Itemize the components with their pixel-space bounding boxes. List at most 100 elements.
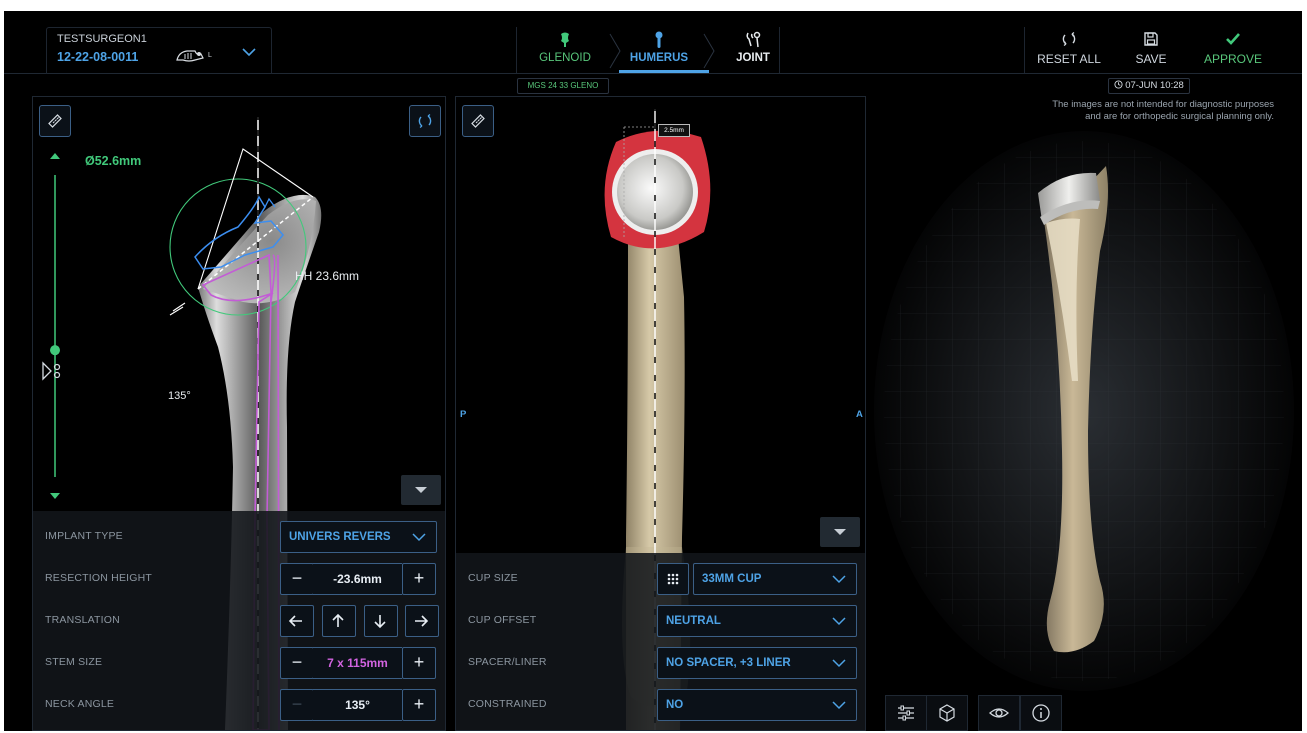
glenoid-summary-badge: MGS 24 33 GLENO (517, 78, 609, 94)
disclaimer-line-1: The images are not intended for diagnost… (1052, 99, 1274, 110)
arrow-right-icon (415, 615, 429, 627)
spacer-liner-label: SPACER/LINER (468, 656, 547, 668)
decrement-button[interactable]: − (280, 563, 314, 595)
tab-humerus[interactable]: HUMERUS (619, 27, 699, 73)
chevron-down-icon (832, 575, 846, 584)
shoulder-thumbnail-icon: L (176, 50, 212, 62)
glenoid-icon (561, 32, 569, 47)
stem-size-value: 7 x 115mm (313, 647, 402, 679)
reset-view-button[interactable] (409, 105, 441, 137)
patient-id: 12-22-08-0011 (57, 50, 139, 64)
translation-row: TRANSLATION (33, 599, 445, 641)
constrained-label: CONSTRAINED (468, 698, 547, 710)
spacer-liner-select[interactable]: NO SPACER, +3 LINER (657, 647, 857, 679)
side-indicator: L (208, 52, 212, 59)
reset-all-label: RESET ALL (1037, 52, 1101, 66)
neck-angle-value: 135° (313, 689, 402, 721)
cup-size-grid-button[interactable] (657, 563, 689, 595)
spacer-liner-row: SPACER/LINER NO SPACER, +3 LINER (456, 641, 865, 683)
cup-offset-select[interactable]: NEUTRAL (657, 605, 857, 637)
cup-size-label: CUP SIZE (468, 572, 518, 584)
sliders-icon (898, 705, 914, 721)
translate-down-button[interactable] (364, 605, 398, 637)
head-height-label: HH 23.6mm (295, 269, 360, 283)
slider-down-arrow[interactable] (50, 493, 60, 499)
save-button[interactable]: SAVE (1111, 27, 1191, 73)
spacer-liner-value: NO SPACER, +3 LINER (666, 657, 791, 669)
save-timestamp: 07-JUN 10:28 (1125, 80, 1184, 91)
ruler-icon (48, 114, 62, 128)
settings-button[interactable] (885, 695, 927, 731)
surgeon-name: TESTSURGEON1 (57, 33, 147, 45)
neck-angle-row: NECK ANGLE − 135° + (33, 683, 445, 725)
coronal-ct-view[interactable]: Ø52.6mm HH 23.6mm 135° IMPLANT TYPE UNIV… (32, 96, 446, 731)
implant-type-row: IMPLANT TYPE UNIVERS REVERS (33, 515, 445, 557)
tab-glenoid[interactable]: GLENOID (525, 27, 605, 73)
neck-angle-label: NECK ANGLE (45, 698, 115, 710)
model-view-button[interactable] (926, 695, 968, 731)
cup-offset-row: CUP OFFSET NEUTRAL (456, 599, 865, 641)
slider-knob[interactable] (50, 345, 60, 356)
stem-size-row: STEM SIZE − 7 x 115mm + (33, 641, 445, 683)
info-button[interactable] (1020, 695, 1062, 731)
active-tab-indicator (619, 70, 709, 73)
neck-angle-marker: 135° (168, 390, 191, 402)
tab-humerus-label: HUMERUS (629, 52, 689, 64)
tab-joint-label: JOINT (736, 52, 770, 64)
increment-button[interactable]: + (402, 563, 436, 595)
tab-joint[interactable]: JOINT (713, 27, 793, 73)
top-bar: TESTSURGEON1 12-22-08-0011 L GLENOID HUM… (4, 11, 1302, 74)
visibility-button[interactable] (978, 695, 1020, 731)
cup-controls: CUP SIZE 33MM CUP CUP OFFSET NEUTRAL SPA… (456, 553, 865, 730)
ruler-button[interactable] (39, 105, 71, 137)
cup-offset-label: CUP OFFSET (468, 614, 537, 626)
humerus-3d-front-view[interactable]: 2.5mm P A CUP SIZE 33MM CUP CUP OFFSET N (455, 96, 866, 731)
translate-right-button[interactable] (405, 605, 439, 637)
arrow-up-icon (332, 613, 344, 627)
arrow-left-icon (288, 615, 302, 627)
reset-all-button[interactable]: RESET ALL (1029, 27, 1109, 73)
increment-button[interactable]: + (402, 689, 436, 721)
decrement-button[interactable]: − (280, 647, 314, 679)
drag-handle-icon[interactable] (41, 359, 65, 383)
resection-height-value: -23.6mm (313, 563, 402, 595)
resection-height-label: RESECTION HEIGHT (45, 572, 153, 584)
humeral-implant-controls: IMPLANT TYPE UNIVERS REVERS RESECTION HE… (33, 511, 445, 730)
constrained-select[interactable]: NO (657, 689, 857, 721)
cup-size-select[interactable]: 33MM CUP (693, 563, 857, 595)
implant-type-select[interactable]: UNIVERS REVERS (280, 521, 437, 553)
chevron-down-icon (832, 617, 846, 626)
translate-left-button[interactable] (280, 605, 314, 637)
disclaimer-line-2: and are for orthopedic surgical planning… (1085, 111, 1274, 122)
patient-selector[interactable]: TESTSURGEON1 12-22-08-0011 L (46, 27, 272, 74)
app-window: TESTSURGEON1 12-22-08-0011 L GLENOID HUM… (4, 11, 1302, 731)
translate-up-button[interactable] (322, 605, 356, 637)
ruler-icon (471, 114, 485, 128)
cup-size-value: 33MM CUP (702, 573, 762, 585)
slider-up-arrow[interactable] (50, 153, 60, 159)
eye-icon (989, 708, 1009, 718)
collapse-panel-button[interactable] (401, 475, 441, 505)
disclaimer: The images are not intended for diagnost… (974, 99, 1274, 123)
save-timestamp-badge: 07-JUN 10:28 (1108, 78, 1190, 94)
reset-icon (418, 114, 432, 128)
resection-slider[interactable] (41, 149, 81, 509)
head-diameter-label: Ø52.6mm (85, 154, 142, 168)
chevron-down-icon (832, 701, 846, 710)
collapse-panel-button[interactable] (820, 517, 860, 547)
anterior-label: A (856, 409, 863, 420)
reset-icon (1062, 32, 1076, 46)
approve-button[interactable]: APPROVE (1193, 27, 1273, 73)
humerus-3d-oblique-view[interactable] (874, 131, 1294, 691)
decrement-button[interactable]: − (280, 689, 314, 721)
workflow-tabs: GLENOID HUMERUS JOINT (516, 27, 780, 73)
increment-button[interactable]: + (402, 647, 436, 679)
stem-size-stepper: − 7 x 115mm + (280, 647, 436, 679)
cup-offset-value: NEUTRAL (666, 615, 721, 627)
clock-icon (1114, 80, 1123, 89)
header-actions: RESET ALL SAVE APPROVE (1024, 27, 1275, 73)
cup-size-row: CUP SIZE 33MM CUP (456, 557, 865, 599)
resection-height-row: RESECTION HEIGHT − -23.6mm + (33, 557, 445, 599)
ruler-button[interactable] (462, 105, 494, 137)
chevron-down-icon[interactable] (241, 46, 257, 58)
